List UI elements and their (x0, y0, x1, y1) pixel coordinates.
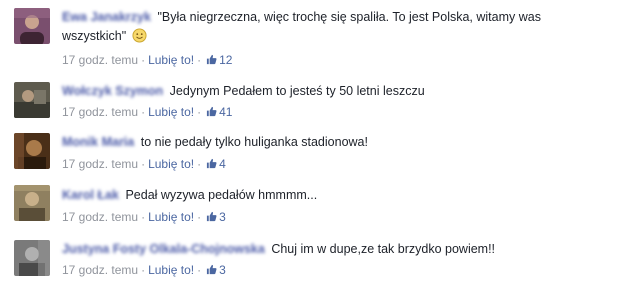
like-count-value: 3 (219, 210, 226, 224)
comment-author[interactable]: Wołczyk Szymon (62, 84, 163, 98)
comment-item: Ewa Janakrzyk "Była niegrzeczna, więc tr… (0, 0, 622, 75)
separator: · (197, 263, 202, 277)
like-button[interactable]: Lubię to! (148, 210, 194, 224)
smiley-emoji-icon (132, 28, 147, 43)
separator: · (197, 210, 202, 224)
like-button[interactable]: Lubię to! (148, 53, 194, 67)
separator: · (141, 53, 146, 67)
comment-meta: 17 godz. temu · Lubię to! · 12 (62, 52, 232, 68)
comment-author[interactable]: Ewa Janakrzyk (62, 10, 151, 24)
like-count-value: 12 (219, 53, 233, 67)
thumbs-up-icon (206, 54, 217, 65)
comment-time[interactable]: 17 godz. temu (62, 263, 138, 277)
comment-author[interactable]: Justyna Fosty Olkala-Chojnowska (62, 242, 265, 256)
comment-time[interactable]: 17 godz. temu (62, 157, 138, 171)
comment-time[interactable]: 17 godz. temu (62, 210, 138, 224)
comment-author[interactable]: Karol Łak (62, 188, 119, 202)
comment-text: Pedał wyzywa pedałów hmmmm... (125, 188, 318, 202)
like-button[interactable]: Lubię to! (148, 157, 194, 171)
thumbs-up-icon (206, 158, 217, 169)
separator: · (141, 105, 146, 119)
comment-meta: 17 godz. temu · Lubię to! · 4 (62, 156, 226, 172)
comment-meta: 17 godz. temu · Lubię to! · 3 (62, 262, 226, 278)
like-count[interactable]: 41 (206, 105, 232, 119)
separator: · (141, 157, 146, 171)
separator: · (197, 53, 202, 67)
separator: · (141, 210, 146, 224)
avatar[interactable] (14, 8, 50, 44)
like-count[interactable]: 12 (206, 53, 232, 67)
like-count-value: 4 (219, 157, 226, 171)
avatar[interactable] (14, 185, 50, 221)
like-count[interactable]: 3 (206, 263, 226, 277)
comment-item: Karol Łak Pedał wyzywa pedałów hmmmm... … (0, 180, 622, 232)
avatar[interactable] (14, 82, 50, 118)
comment-text: Chuj im w dupe,ze tak brzydko powiem!! (271, 242, 496, 256)
thumbs-up-icon (206, 106, 217, 117)
comment-text: to nie pedały tylko huliganka stadionowa… (140, 135, 368, 149)
comment-item: Justyna Fosty Olkala-Chojnowska Chuj im … (0, 234, 622, 294)
avatar[interactable] (14, 133, 50, 169)
comment-meta: 17 godz. temu · Lubię to! · 41 (62, 104, 232, 120)
comment-item: Monik Maria to nie pedały tylko huligank… (0, 128, 622, 178)
avatar[interactable] (14, 240, 50, 276)
like-count[interactable]: 3 (206, 210, 226, 224)
separator: · (197, 105, 202, 119)
comment-author[interactable]: Monik Maria (62, 135, 134, 149)
separator: · (141, 263, 146, 277)
comment-item: Wołczyk Szymon Jedynym Pedałem to jesteś… (0, 78, 622, 126)
like-button[interactable]: Lubię to! (148, 263, 194, 277)
like-count[interactable]: 4 (206, 157, 226, 171)
comment-meta: 17 godz. temu · Lubię to! · 3 (62, 209, 226, 225)
comment-time[interactable]: 17 godz. temu (62, 105, 138, 119)
comment-time[interactable]: 17 godz. temu (62, 53, 138, 67)
thumbs-up-icon (206, 211, 217, 222)
like-count-value: 3 (219, 263, 226, 277)
thumbs-up-icon (206, 264, 217, 275)
like-count-value: 41 (219, 105, 233, 119)
separator: · (197, 157, 202, 171)
comment-text: Jedynym Pedałem to jesteś ty 50 letni le… (169, 84, 425, 98)
like-button[interactable]: Lubię to! (148, 105, 194, 119)
